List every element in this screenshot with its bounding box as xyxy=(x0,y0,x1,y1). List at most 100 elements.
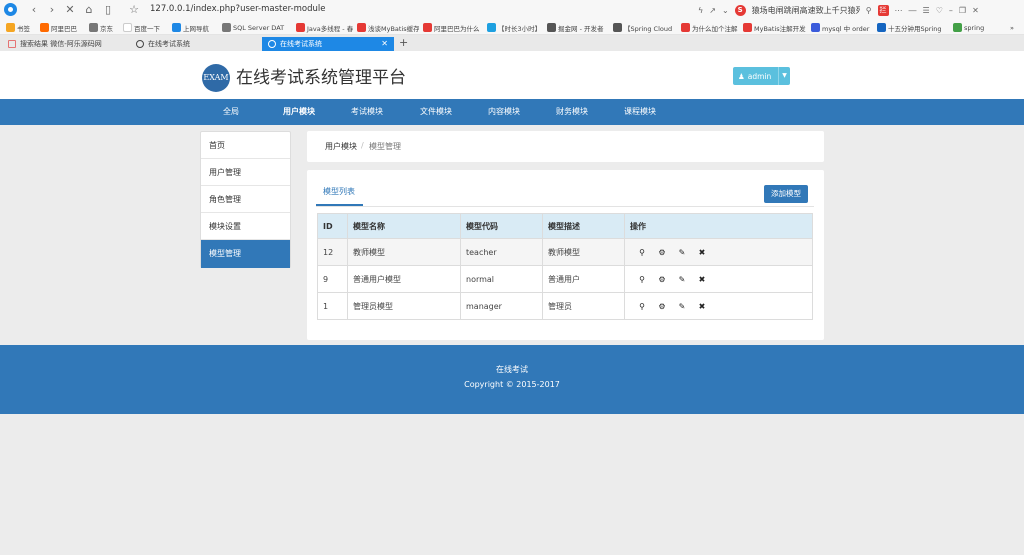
main-nav: 全局 用户模块 考试模块 文件模块 内容模块 财务模块 课程模块 xyxy=(0,99,1024,125)
more-bookmarks-icon[interactable]: » xyxy=(1010,22,1014,33)
bookmark-icon xyxy=(423,23,432,32)
bookmark-label: 阿里巴巴 xyxy=(51,24,77,33)
admin-user-button[interactable]: ♟ admin ▼ xyxy=(733,67,790,85)
more-icon[interactable]: ⋯ xyxy=(895,6,903,15)
bookmark-item[interactable]: 【时长3小时】 xyxy=(487,22,543,33)
window-restore-icon[interactable]: ❐ xyxy=(959,6,966,15)
bookmark-item[interactable]: 为什么加个注解 xyxy=(681,22,739,33)
gear-icon[interactable]: ⚙ xyxy=(656,300,668,312)
shirt-icon[interactable]: ♡ xyxy=(936,6,943,15)
bookmark-item[interactable]: 浅谈MyBatis缓存 xyxy=(357,22,419,33)
window-minimize-icon[interactable]: – xyxy=(949,6,953,15)
bookmark-star-icon[interactable]: ☆ xyxy=(127,3,141,17)
model-table: ID 模型名称 模型代码 模型描述 操作 12 教师模型 teacher 教师模… xyxy=(317,213,813,320)
breadcrumb-parent[interactable]: 用户模块 xyxy=(325,141,357,152)
edit-icon[interactable]: ✎ xyxy=(676,246,688,258)
menu-icon[interactable]: ☰ xyxy=(923,6,930,15)
bookmark-item[interactable]: Java多线程 - 春 xyxy=(296,22,353,33)
edit-icon[interactable]: ✎ xyxy=(676,300,688,312)
sidebar-item-module-settings[interactable]: 模块设置 xyxy=(201,213,290,240)
new-tab-icon[interactable]: + xyxy=(399,36,408,49)
bookmark-item[interactable]: MyBatis注解开发 xyxy=(743,22,807,33)
search-engine-icon[interactable]: S xyxy=(734,4,746,16)
site-header xyxy=(0,51,1024,99)
bookmark-label: 【时长3小时】 xyxy=(498,24,542,33)
table-header-row: ID 模型名称 模型代码 模型描述 操作 xyxy=(317,213,813,239)
exam-logo: EXAM xyxy=(202,64,230,92)
close-page-icon[interactable]: ✕ xyxy=(63,3,77,17)
gear-icon[interactable]: ⚙ xyxy=(656,246,668,258)
bookmark-label: 上网导航 xyxy=(183,24,209,33)
nav-item-content-module[interactable]: 内容模块 xyxy=(488,99,520,125)
bookmark-label: 十五分钟用Spring xyxy=(888,24,942,33)
bookmark-label: 百度一下 xyxy=(134,24,160,33)
bookmark-item[interactable]: 阿里巴巴 xyxy=(40,22,85,33)
close-icon[interactable]: ✖ xyxy=(696,300,708,312)
sidebar-item-model-management[interactable]: 模型管理 xyxy=(201,240,290,268)
gear-icon[interactable]: ⚙ xyxy=(656,273,668,285)
close-icon[interactable]: ✖ xyxy=(696,246,708,258)
search-icon[interactable]: ⚲ xyxy=(636,273,648,285)
bookmark-item[interactable]: SQL Server DAT xyxy=(222,22,292,33)
nav-item-course-module[interactable]: 课程模块 xyxy=(624,99,656,125)
bookmark-item[interactable]: 上网导航 xyxy=(172,22,218,33)
close-icon[interactable]: ✕ xyxy=(381,37,388,51)
sidebar-item-users[interactable]: 用户管理 xyxy=(201,159,290,186)
bookmark-item[interactable]: 阿里巴巴为什么 xyxy=(423,22,483,33)
breadcrumb-separator: / xyxy=(361,141,364,150)
forward-icon[interactable]: › xyxy=(45,3,59,17)
bookmark-item[interactable]: 京东 xyxy=(89,22,119,33)
table-row: 1 管理员模型 manager 管理员 ⚲ ⚙ ✎ ✖ xyxy=(317,292,813,320)
cell-actions: ⚲ ⚙ ✎ ✖ xyxy=(624,265,813,293)
bookmark-label: 掘金网 - 开发者 xyxy=(558,24,604,33)
back-icon[interactable]: ‹ xyxy=(27,3,41,17)
home-icon[interactable]: ⌂ xyxy=(82,3,96,17)
bookmarks-bar: 书签 阿里巴巴 京东 百度一下 上网导航 SQL Server DAT Java多线程 - … xyxy=(0,20,1024,35)
bookmark-label: 为什么加个注解 xyxy=(692,24,738,33)
window-close-icon[interactable]: ✕ xyxy=(972,6,979,15)
bookmark-item[interactable]: spring xyxy=(953,22,999,33)
tab-label: 搜索结果 微信-阿乐源码网 xyxy=(20,40,102,48)
column-header-id: ID xyxy=(317,213,348,239)
search-icon[interactable]: ⚲ xyxy=(866,6,872,15)
search-icon[interactable]: ⚲ xyxy=(636,246,648,258)
add-model-button[interactable]: 添加模型 xyxy=(764,185,808,203)
address-bar[interactable]: 127.0.0.1/index.php?user-master-module xyxy=(150,4,325,14)
share-icon[interactable]: ↗ xyxy=(709,6,716,15)
sidebar-item-home[interactable]: 首页 xyxy=(201,132,290,159)
nav-item-finance-module[interactable]: 财务模块 xyxy=(556,99,588,125)
tab-exam-1[interactable]: 在线考试系统 xyxy=(130,37,262,51)
nav-item-user-module[interactable]: 用户模块 xyxy=(283,99,315,125)
search-text[interactable]: 猿场电闸跳闸高速致上千只猿死亡 xyxy=(752,5,860,16)
browser-right-tools: ϟ ↗ ⌄ S 猿场电闸跳闸高速致上千只猿死亡 ⚲ 拦 ⋯ ― ☰ ♡ – ❐ … xyxy=(698,4,979,16)
nav-item-exam-module[interactable]: 考试模块 xyxy=(351,99,383,125)
bookmark-label: 阿里巴巴为什么 xyxy=(434,24,480,33)
column-header-code: 模型代码 xyxy=(460,213,543,239)
reader-icon[interactable]: ▯ xyxy=(101,3,115,17)
edit-icon[interactable]: ✎ xyxy=(676,273,688,285)
breadcrumb-current: 模型管理 xyxy=(369,142,401,151)
tab-model-list[interactable]: 模型列表 xyxy=(316,181,363,206)
cell-desc: 管理员 xyxy=(542,292,625,320)
caret-down-icon[interactable]: ▼ xyxy=(778,67,790,85)
bookmark-icon xyxy=(877,23,886,32)
bookmark-item[interactable]: 掘金网 - 开发者 xyxy=(547,22,609,33)
search-icon[interactable]: ⚲ xyxy=(636,300,648,312)
extension-icon[interactable]: 拦 xyxy=(877,4,889,16)
tab-search-results[interactable]: 搜索结果 微信-阿乐源码网 xyxy=(2,37,130,51)
nav-item-global[interactable]: 全局 xyxy=(223,99,239,125)
bookmark-item[interactable]: 【Spring Cloud xyxy=(613,22,677,33)
bookmark-item[interactable]: 十五分钟用Spring xyxy=(877,22,949,33)
bookmark-label: Java多线程 - 春 xyxy=(307,24,353,33)
tab-exam-active[interactable]: 在线考试系统 ✕ xyxy=(262,37,394,51)
bookmark-item[interactable]: 百度一下 xyxy=(123,22,168,33)
flash-icon[interactable]: ϟ xyxy=(698,6,703,15)
dropdown-icon[interactable]: ⌄ xyxy=(722,6,729,15)
sidebar-item-roles[interactable]: 角色管理 xyxy=(201,186,290,213)
bookmark-label: 书签 xyxy=(17,24,30,33)
minimize-line-icon[interactable]: ― xyxy=(909,6,917,15)
bookmark-item[interactable]: mysql 中 order xyxy=(811,22,873,33)
nav-item-file-module[interactable]: 文件模块 xyxy=(420,99,452,125)
bookmark-item[interactable]: 书签 xyxy=(6,22,36,33)
close-icon[interactable]: ✖ xyxy=(696,273,708,285)
